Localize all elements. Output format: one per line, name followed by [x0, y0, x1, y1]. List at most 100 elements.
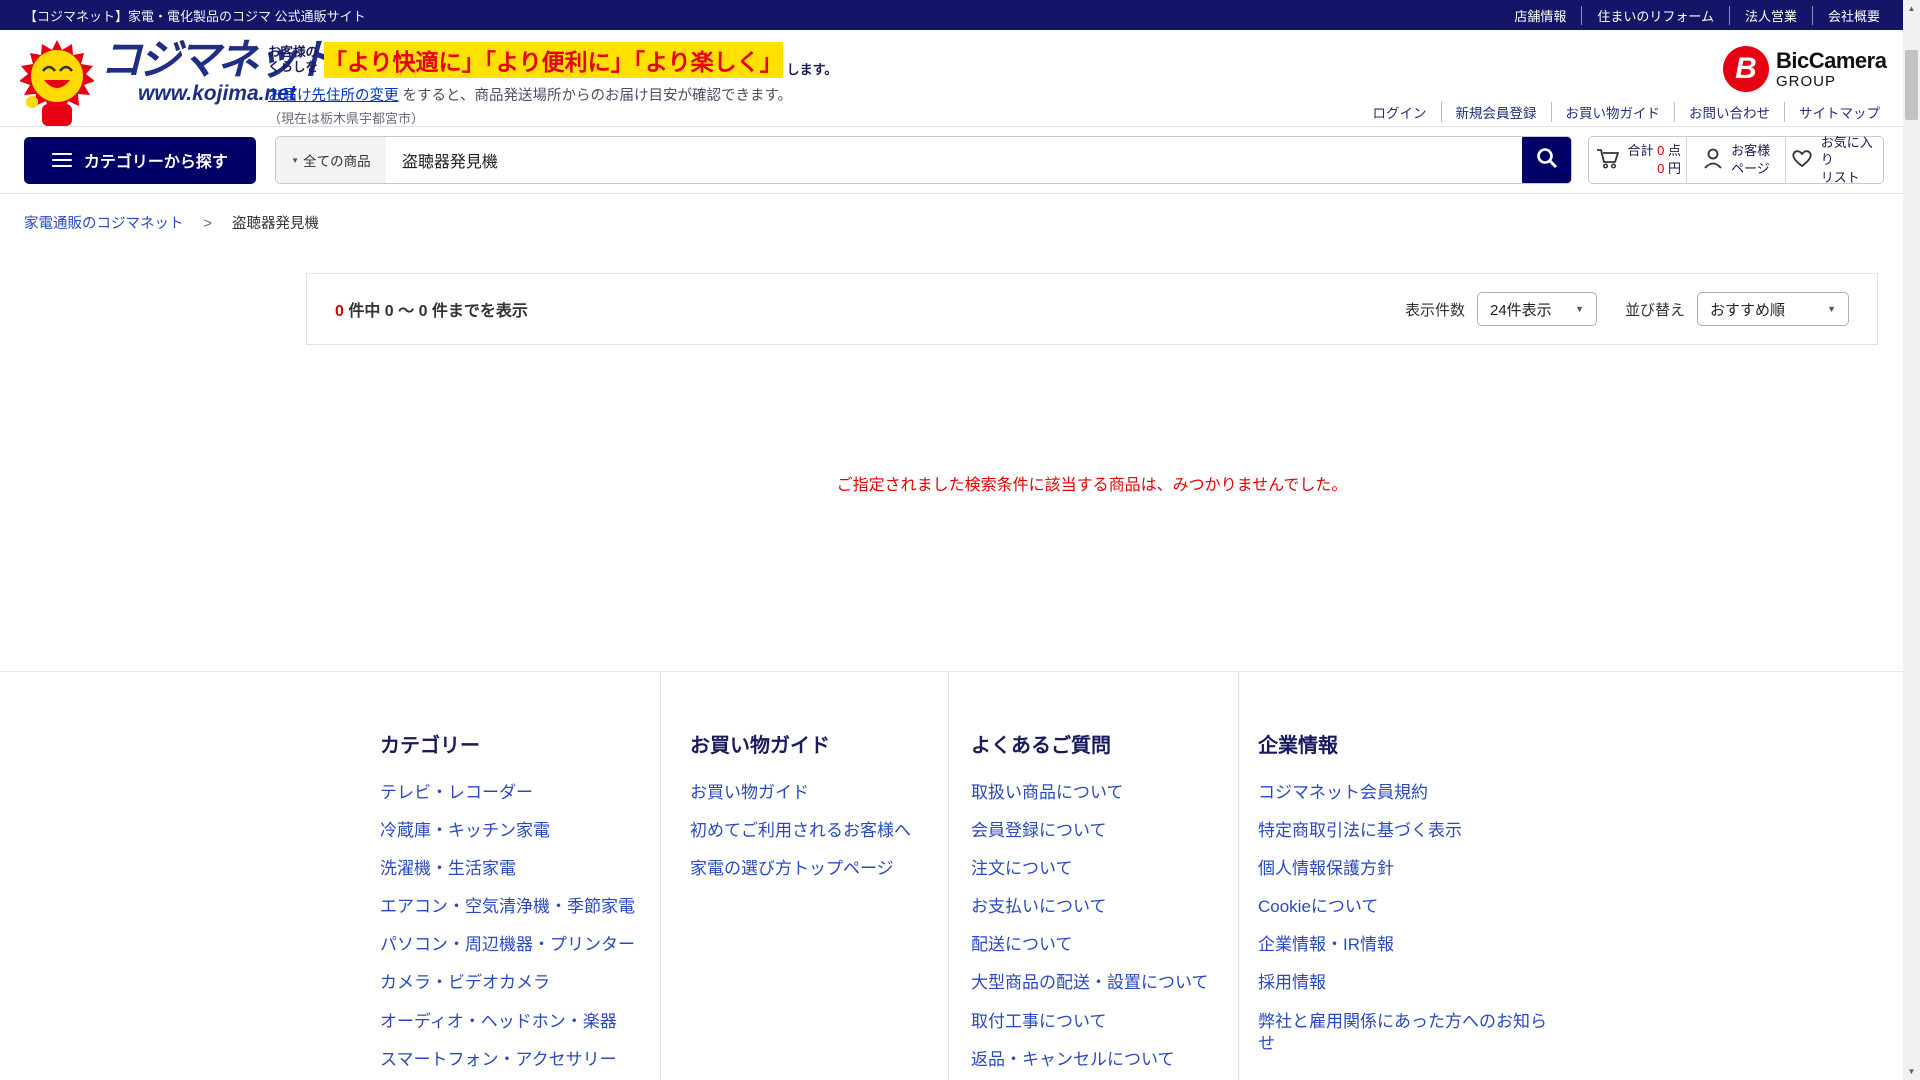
header-tagline: お客様の くらしを 「より快適に」「より便利に」「より楽しく」 します。 お届け…	[268, 42, 837, 127]
footer-link[interactable]: 家電の選び方トップページ	[690, 858, 948, 880]
footer-link[interactable]: 返品・キャンセルについて	[971, 1049, 1238, 1071]
footer-link[interactable]: エアコン・空気清浄機・季節家電	[380, 896, 660, 918]
favorites-label: お気に入り リスト	[1821, 134, 1879, 187]
footer-link[interactable]: 注文について	[971, 858, 1238, 880]
cart-summary: 合計 0 点 0 円	[1628, 142, 1681, 177]
footer-link[interactable]: 冷蔵庫・キッチン家電	[380, 820, 660, 842]
footer-link[interactable]: 大型商品の配送・設置について	[971, 972, 1238, 994]
footer-link[interactable]: 取扱い商品について	[971, 782, 1238, 804]
biccamera-group-logo[interactable]: B BicCamera GROUP	[1723, 46, 1886, 92]
address-row: お届け先住所の変更 をすると、商品発送場所からのお届け目安が確認できます。	[268, 84, 837, 105]
site-title: 【コジマネット】家電・電化製品のコジマ 公式通販サイト	[24, 6, 366, 25]
footer-column-title: お買い物ガイド	[690, 729, 948, 758]
search-scope-select[interactable]: ▼ 全ての商品	[276, 137, 386, 183]
mascot-icon	[20, 38, 94, 133]
sort-select[interactable]: おすすめ順 ▼	[1697, 292, 1849, 326]
cart-icon	[1595, 146, 1621, 175]
results-count: 0 件中 0 ～ 0 件までを表示	[335, 297, 528, 321]
vertical-scrollbar[interactable]: ▲ ▼	[1903, 0, 1920, 1080]
topbar-link[interactable]: 住まいのリフォーム	[1581, 6, 1729, 25]
topbar-link[interactable]: 会社概要	[1812, 6, 1880, 25]
category-button-label: カテゴリーから探す	[84, 148, 228, 172]
main-content: 0 件中 0 ～ 0 件までを表示 表示件数 24件表示 ▼ 並び替え おすすめ…	[0, 273, 1920, 495]
footer-link[interactable]: カメラ・ビデオカメラ	[380, 972, 660, 994]
footer-column-2: お買い物ガイドお買い物ガイド初めてご利用されるお客様へ家電の選び方トップページ	[661, 672, 949, 1080]
tagline-row: お客様の くらしを 「より快適に」「より便利に」「より楽しく」 します。	[268, 42, 837, 78]
footer-link[interactable]: 洗濯機・生活家電	[380, 858, 660, 880]
footer-link[interactable]: パソコン・周辺機器・プリンター	[380, 934, 660, 956]
breadcrumb-home-link[interactable]: 家電通販のコジマネット	[24, 216, 184, 232]
top-utility-bar: 【コジマネット】家電・電化製品のコジマ 公式通販サイト 店舗情報住まいのリフォー…	[0, 0, 1920, 30]
footer-link[interactable]: 取付工事について	[971, 1011, 1238, 1033]
footer-link[interactable]: お支払いについて	[971, 896, 1238, 918]
footer-link[interactable]: 初めてご利用されるお客様へ	[690, 820, 948, 842]
magnifier-icon	[1536, 147, 1558, 174]
search-button[interactable]	[1522, 137, 1571, 183]
topbar-link[interactable]: 法人営業	[1729, 6, 1812, 25]
footer-link[interactable]: お買い物ガイド	[690, 782, 948, 804]
footer-column-title: カテゴリー	[380, 729, 660, 758]
no-results-message: ご指定されました検索条件に該当する商品は、みつかりませんでした。	[306, 471, 1878, 495]
cart-button[interactable]: 合計 0 点 0 円	[1589, 137, 1686, 183]
footer-link-list: 取扱い商品について会員登録について注文についてお支払いについて配送について大型商…	[971, 782, 1238, 1080]
current-address-note: （現在は栃木県宇都宮市）	[268, 108, 837, 127]
footer-link[interactable]: 配送について	[971, 934, 1238, 956]
tagline-suffix: します。	[787, 59, 838, 78]
footer: カテゴリーテレビ・レコーダー冷蔵庫・キッチン家電洗濯機・生活家電エアコン・空気清…	[0, 671, 1920, 1080]
search-group: ▼ 全ての商品	[275, 136, 1572, 184]
favorites-button[interactable]: お気に入り リスト	[1785, 137, 1883, 183]
header-nav-links: ログイン新規会員登録お買い物ガイドお問い合わせサイトマップ	[1359, 102, 1881, 122]
biccamera-text: BicCamera GROUP	[1776, 50, 1886, 89]
address-rest: をすると、商品発送場所からのお届け目安が確認できます。	[399, 88, 793, 104]
footer-link[interactable]: 特定商取引法に基づく表示	[1258, 820, 1548, 842]
per-page-label: 表示件数	[1405, 299, 1465, 320]
breadcrumb-current: 盗聴器発見機	[232, 216, 319, 232]
footer-link-list: お買い物ガイド初めてご利用されるお客様へ家電の選び方トップページ	[690, 782, 948, 880]
footer-column-3: よくあるご質問取扱い商品について会員登録について注文についてお支払いについて配送…	[949, 672, 1239, 1080]
footer-column-title: よくあるご質問	[971, 729, 1238, 758]
per-page-select[interactable]: 24件表示 ▼	[1477, 292, 1597, 326]
user-icon	[1702, 146, 1724, 175]
change-address-link[interactable]: お届け先住所の変更	[268, 88, 399, 104]
scroll-up-arrow-icon[interactable]: ▲	[1903, 0, 1920, 17]
scope-value: 全ての商品	[303, 150, 371, 170]
sort-label: 並び替え	[1625, 299, 1685, 320]
account-button[interactable]: お客様 ページ	[1686, 137, 1784, 183]
footer-columns: カテゴリーテレビ・レコーダー冷蔵庫・キッチン家電洗濯機・生活家電エアコン・空気清…	[0, 672, 1920, 1080]
top-utility-links: 店舗情報住まいのリフォーム法人営業会社概要	[1499, 6, 1880, 25]
footer-link[interactable]: 会員登録について	[971, 820, 1238, 842]
footer-column-1: カテゴリーテレビ・レコーダー冷蔵庫・キッチン家電洗濯機・生活家電エアコン・空気清…	[380, 672, 661, 1080]
search-input[interactable]	[386, 137, 1522, 183]
footer-link[interactable]: オーディオ・ヘッドホン・楽器	[380, 1011, 660, 1033]
footer-link[interactable]: 採用情報	[1258, 972, 1548, 994]
biccamera-icon: B	[1723, 46, 1769, 92]
footer-link[interactable]: コジマネット会員規約	[1258, 782, 1548, 804]
header-nav-link[interactable]: 新規会員登録	[1441, 102, 1551, 122]
footer-link[interactable]: Cookieについて	[1258, 896, 1548, 918]
scrollbar-thumb[interactable]	[1905, 50, 1918, 120]
heart-icon	[1790, 147, 1814, 174]
footer-column-title: 企業情報	[1258, 729, 1549, 758]
scroll-down-arrow-icon[interactable]: ▼	[1903, 1063, 1920, 1080]
search-band: カテゴリーから探す ▼ 全ての商品	[0, 126, 1920, 194]
chevron-down-icon: ▼	[1557, 304, 1584, 314]
header-nav-link[interactable]: お買い物ガイド	[1551, 102, 1675, 122]
footer-link[interactable]: テレビ・レコーダー	[380, 782, 660, 804]
footer-link[interactable]: 弊社と雇用関係にあった方へのお知らせ	[1258, 1011, 1548, 1055]
header-quick-icons: 合計 0 点 0 円 お客様 ページ お気に入	[1588, 136, 1884, 184]
footer-column-4: 企業情報コジマネット会員規約特定商取引法に基づく表示個人情報保護方針 Cookie…	[1239, 672, 1549, 1080]
topbar-link[interactable]: 店舗情報	[1499, 6, 1581, 25]
footer-link-list: テレビ・レコーダー冷蔵庫・キッチン家電洗濯機・生活家電エアコン・空気清浄機・季節…	[380, 782, 660, 1080]
footer-link-list: コジマネット会員規約特定商取引法に基づく表示個人情報保護方針 Cookieについて…	[1258, 782, 1549, 1055]
footer-link[interactable]: スマートフォン・アクセサリー	[380, 1049, 660, 1071]
footer-link[interactable]: 企業情報・IR情報	[1258, 934, 1548, 956]
header: コジマネット www.kojima.net お客様の くらしを 「より快適に」「…	[0, 30, 1920, 126]
footer-link[interactable]: 個人情報保護方針	[1258, 858, 1548, 880]
breadcrumb-separator: >	[204, 216, 212, 232]
header-nav-link[interactable]: お問い合わせ	[1674, 102, 1784, 122]
header-nav-link[interactable]: サイトマップ	[1784, 102, 1880, 122]
header-nav-link[interactable]: ログイン	[1359, 102, 1441, 122]
category-search-button[interactable]: カテゴリーから探す	[24, 137, 256, 184]
chevron-down-icon: ▼	[291, 156, 299, 165]
results-controls: 表示件数 24件表示 ▼ 並び替え おすすめ順 ▼	[1405, 292, 1849, 326]
